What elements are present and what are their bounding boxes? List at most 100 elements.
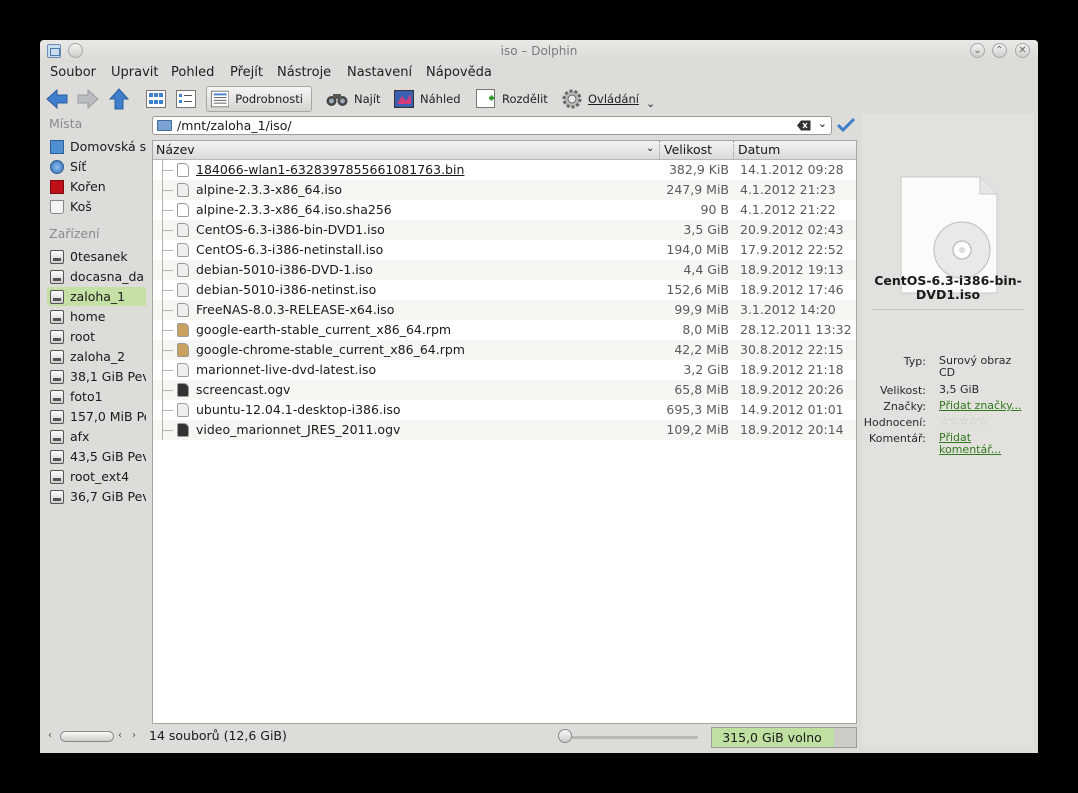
file-row[interactable]: screencast.ogv 65,8 MiB 18.9.2012 20:26 [153,380,856,400]
folder-icon [157,120,172,131]
column-name-header[interactable]: Název [156,142,195,157]
place-home[interactable]: Domovská s [47,137,146,156]
file-size: 90 B [700,202,729,217]
file-row[interactable]: alpine-2.3.3-x86_64.iso.sha256 90 B 4.1.20… [153,200,856,220]
hard-drive-icon [50,329,64,344]
file-date: 14.9.2012 01:01 [740,402,844,417]
file-name: video_marionnet_JRES_2011.ogv [196,422,401,437]
device-item[interactable]: 36,7 GiB Pev [47,487,146,506]
icons-view-button[interactable] [146,86,166,112]
text-file-icon [177,203,189,217]
menu-pohled[interactable]: Pohled [171,65,214,80]
menu-soubor[interactable]: Soubor [50,65,96,80]
information-panel: CentOS-6.3-i386-bin-DVD1.iso Typ: Surový… [862,114,1034,747]
device-item[interactable]: 0tesanek [47,247,146,266]
scroll-left-step-icon[interactable]: ‹ [118,730,122,741]
star-icon[interactable]: ☆ [959,414,970,428]
rating-stars[interactable]: ☆☆☆☆☆ [939,415,1029,427]
clear-location-icon[interactable] [797,120,811,131]
place-trash[interactable]: Koš [47,197,146,216]
menu-upravit[interactable]: Upravit [111,65,158,80]
split-button[interactable]: Rozdělit [476,86,548,112]
red-folder-icon [50,179,64,194]
file-row[interactable]: 184066-wlan1-6328397855661081763.bin 382,… [153,160,856,180]
file-size: 194,0 MiB [666,242,729,257]
device-item[interactable]: root [47,327,146,346]
device-item[interactable]: home [47,307,146,326]
device-item[interactable]: zaloha_1 [47,287,146,306]
main-view: /mnt/zaloha_1/iso/ ⌄ Název ⌄ Velikost Da… [152,114,857,724]
file-name: ubuntu-12.04.1-desktop-i386.iso [196,402,401,417]
file-row[interactable]: debian-5010-i386-netinst.iso 152,6 MiB 18.… [153,280,856,300]
close-button[interactable]: ✕ [1015,43,1030,58]
globe-icon [50,159,64,174]
file-name: debian-5010-i386-DVD-1.iso [196,262,373,277]
device-item[interactable]: afx [47,427,146,446]
file-name: alpine-2.3.3-x86_64.iso.sha256 [196,202,392,217]
file-size: 3,2 GiB [683,362,729,377]
forward-button[interactable] [77,86,99,112]
menu-nastaveni[interactable]: Nastavení [347,65,412,80]
minimize-button[interactable]: ⌄ [970,43,985,58]
back-button[interactable] [46,86,68,112]
hard-drive-icon [50,469,64,484]
location-dropdown-chevron-icon[interactable]: ⌄ [818,117,827,130]
device-item[interactable]: 157,0 MiB Pe [47,407,146,426]
file-row[interactable]: CentOS-6.3-i386-bin-DVD1.iso 3,5 GiB 20.9.… [153,220,856,240]
device-item[interactable]: zaloha_2 [47,347,146,366]
zoom-slider[interactable] [565,736,698,739]
add-tags-link[interactable]: Přidat značky... [939,400,1029,412]
device-item[interactable]: root_ext4 [47,467,146,486]
add-comment-link[interactable]: Přidat komentář... [939,432,1019,456]
scroll-left-icon[interactable]: ‹ [48,730,52,741]
device-item[interactable]: docasna_da [47,267,146,286]
up-button[interactable] [109,86,129,112]
menu-nastroje[interactable]: Nástroje [277,65,331,80]
more-chevron-icon[interactable]: ⌄ [646,90,655,116]
disc-image-icon [177,403,189,417]
device-item[interactable]: 38,1 GiB Pev [47,367,146,386]
file-row[interactable]: FreeNAS-8.0.3-RELEASE-x64.iso 99,9 MiB 3.1… [153,300,856,320]
file-row[interactable]: debian-5010-i386-DVD-1.iso 4,4 GiB 18.9.20… [153,260,856,280]
tags-label: Značky: [883,400,926,413]
zoom-slider-handle[interactable] [558,729,572,743]
file-row[interactable]: video_marionnet_JRES_2011.ogv 109,2 MiB 18… [153,420,856,440]
device-label: root [70,329,96,344]
file-row[interactable]: ubuntu-12.04.1-desktop-i386.iso 695,3 MiB… [153,400,856,420]
star-icon[interactable]: ☆ [968,414,979,428]
file-row[interactable]: CentOS-6.3-i386-netinstall.iso 194,0 MiB 1… [153,240,856,260]
size-label: Velikost: [879,384,926,397]
star-icon[interactable]: ☆ [978,414,989,428]
horizontal-scrollbar-handle[interactable] [60,731,114,742]
file-row[interactable]: google-earth-stable_current_x86_64.rpm 8,… [153,320,856,340]
file-row[interactable]: marionnet-live-dvd-latest.iso 3,2 GiB 18.9… [153,360,856,380]
place-root[interactable]: Kořen [47,177,146,196]
device-item[interactable]: 43,5 GiB Pev [47,447,146,466]
location-bar[interactable]: /mnt/zaloha_1/iso/ ⌄ [152,116,832,135]
menu-prejit[interactable]: Přejít [230,65,263,80]
preview-button[interactable]: Náhled [394,86,461,112]
disc-image-icon [177,303,189,317]
device-label: home [70,309,106,324]
column-size-header[interactable]: Velikost [664,142,712,157]
file-date: 17.9.2012 22:52 [740,242,844,257]
find-button[interactable]: Najít [326,86,381,112]
scroll-right-icon[interactable]: › [132,730,136,741]
star-icon[interactable]: ☆ [949,414,960,428]
menu-napoveda[interactable]: Nápověda [426,65,492,80]
place-network[interactable]: Síť [47,157,146,176]
control-button[interactable]: Ovládání [562,86,639,112]
type-value: Surový obraz CD [939,354,1012,379]
file-row[interactable]: google-chrome-stable_current_x86_64.rpm 4… [153,340,856,360]
device-item[interactable]: foto1 [47,387,146,406]
hard-drive-icon [50,409,64,424]
confirm-location-checkmark-icon[interactable] [837,117,855,133]
details-view-button[interactable]: Podrobnosti [206,86,312,112]
maximize-button[interactable]: ⌃ [992,43,1007,58]
selected-file-name: CentOS-6.3-i386-bin-DVD1.iso [874,273,1022,302]
column-date-header[interactable]: Datum [738,142,780,157]
file-row[interactable]: alpine-2.3.3-x86_64.iso 247,9 MiB 4.1.2012… [153,180,856,200]
compact-view-button[interactable] [176,86,196,112]
star-icon[interactable]: ☆ [939,414,950,428]
title-bar: iso – Dolphin ⌄ ⌃ ✕ [40,40,1038,62]
